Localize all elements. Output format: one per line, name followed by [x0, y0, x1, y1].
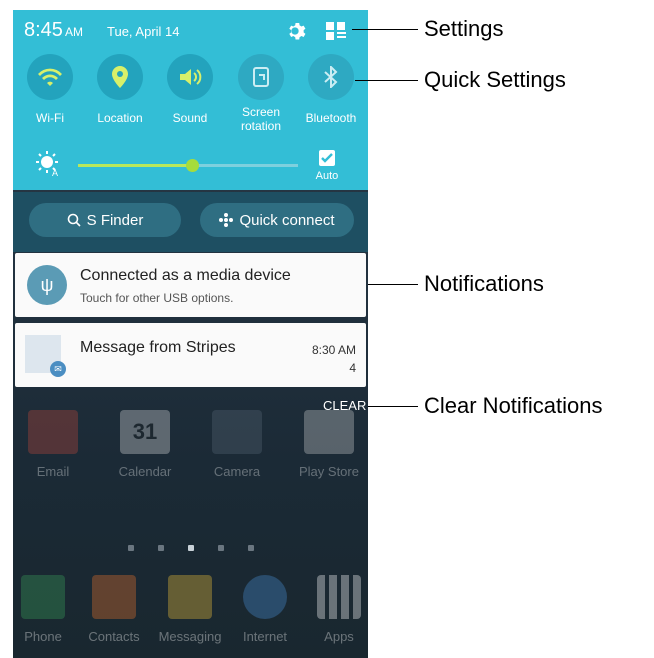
messaging-icon — [168, 575, 212, 619]
usb-icon: ψ — [27, 265, 67, 305]
app-play-store[interactable]: Play Store — [289, 410, 368, 479]
brightness-fill — [78, 164, 193, 167]
app-camera[interactable]: Camera — [197, 410, 277, 479]
qs-sound[interactable]: Sound — [160, 54, 220, 125]
gear-icon[interactable] — [284, 20, 306, 42]
sound-icon[interactable] — [167, 54, 213, 100]
dock-label: Apps — [324, 629, 354, 644]
page-dot — [157, 545, 164, 551]
quick-connect-button[interactable]: Quick connect — [200, 203, 354, 237]
quick-settings-callout-line — [355, 80, 418, 81]
app-calendar[interactable]: 31 Calendar — [105, 410, 185, 479]
app-label: Play Store — [299, 464, 359, 479]
quick-connect-icon — [219, 213, 234, 227]
message-badge-icon: ✉ — [50, 361, 66, 377]
wifi-icon[interactable] — [27, 54, 73, 100]
contacts-icon — [92, 575, 136, 619]
clear-notifications-callout-line — [368, 406, 418, 407]
dock-label: Messaging — [158, 629, 222, 644]
search-icon — [67, 213, 81, 227]
clear-notifications-callout: Clear Notifications — [424, 393, 603, 418]
status-date: Tue, April 14 — [107, 24, 180, 39]
brightness-slider[interactable] — [78, 159, 298, 172]
notifications-callout: Notifications — [424, 271, 544, 296]
app-label: Camera — [213, 464, 261, 479]
play-store-icon — [304, 410, 354, 454]
page-dot — [217, 545, 224, 551]
apps-grid-icon — [317, 575, 361, 619]
qs-wifi[interactable]: Wi-Fi — [20, 54, 80, 125]
page-dot — [127, 545, 134, 551]
quick-settings-grid-icon[interactable] — [325, 21, 347, 41]
screen-rotation-icon[interactable] — [238, 54, 284, 100]
qs-location[interactable]: Location — [90, 54, 150, 125]
notifications-callout-line — [368, 284, 418, 285]
dock-label: Contacts — [88, 629, 140, 644]
internet-icon — [243, 575, 287, 619]
dock-phone[interactable]: Phone — [13, 575, 82, 644]
s-finder-button[interactable]: S Finder — [29, 203, 181, 237]
dock-label: Phone — [24, 629, 62, 644]
qs-screen-rotation[interactable]: Screen rotation — [231, 54, 291, 133]
quick-settings-callout: Quick Settings — [424, 67, 566, 92]
time-value: 8:45 — [24, 19, 63, 41]
qs-bluetooth[interactable]: Bluetooth — [301, 54, 361, 125]
brightness-slider-handle[interactable] — [186, 159, 200, 172]
notification-panel: 8:45 AM Tue, April 14 Wi-Fi Location Sou… — [13, 10, 368, 190]
qs-label: Location — [97, 111, 143, 125]
qs-label: Bluetooth — [305, 111, 357, 125]
s-finder-label: S Finder — [86, 211, 144, 229]
camera-icon — [212, 410, 262, 454]
message-count: 4 — [349, 361, 356, 375]
settings-callout-line — [352, 29, 418, 30]
home-dot — [187, 545, 194, 551]
auto-brightness-checkbox[interactable] — [319, 150, 335, 166]
dock-label: Internet — [242, 629, 288, 644]
phone-screen: 8:45 AM Tue, April 14 Wi-Fi Location Sou… — [13, 10, 368, 658]
app-label: Email — [36, 464, 70, 479]
qs-label: Screen rotation — [240, 105, 282, 133]
calendar-icon: 31 — [120, 410, 170, 454]
usb-notification-subtitle: Touch for other USB options. — [80, 291, 234, 305]
message-notification[interactable]: ✉ Message from Stripes 8:30 AM 4 — [15, 323, 366, 387]
qs-label: Sound — [172, 111, 208, 125]
message-time: 8:30 AM — [311, 343, 356, 357]
dock-internet[interactable]: Internet — [226, 575, 304, 644]
usb-notification[interactable]: ψ Connected as a media device Touch for … — [15, 253, 366, 317]
dock-apps[interactable]: Apps — [300, 575, 368, 644]
status-time: 8:45 AM — [24, 19, 83, 42]
email-icon — [28, 410, 78, 454]
app-label: Calendar — [118, 464, 172, 479]
page-dot — [247, 545, 254, 551]
brightness-auto-icon: A — [36, 151, 58, 176]
qs-label: Wi-Fi — [36, 111, 64, 125]
svg-text:A: A — [52, 168, 58, 176]
check-icon — [321, 153, 333, 163]
phone-icon — [21, 575, 65, 619]
bluetooth-icon[interactable] — [308, 54, 354, 100]
dock-contacts[interactable]: Contacts — [75, 575, 153, 644]
time-ampm: AM — [64, 25, 83, 39]
dock-messaging[interactable]: Messaging — [151, 575, 229, 644]
auto-brightness-label: Auto — [315, 170, 339, 182]
quick-connect-label: Quick connect — [239, 211, 335, 229]
message-notification-title: Message from Stripes — [80, 339, 236, 356]
location-icon[interactable] — [97, 54, 143, 100]
usb-notification-title: Connected as a media device — [80, 267, 291, 284]
settings-callout: Settings — [424, 16, 504, 41]
app-email[interactable]: Email — [13, 410, 93, 479]
page-indicator — [13, 538, 368, 556]
